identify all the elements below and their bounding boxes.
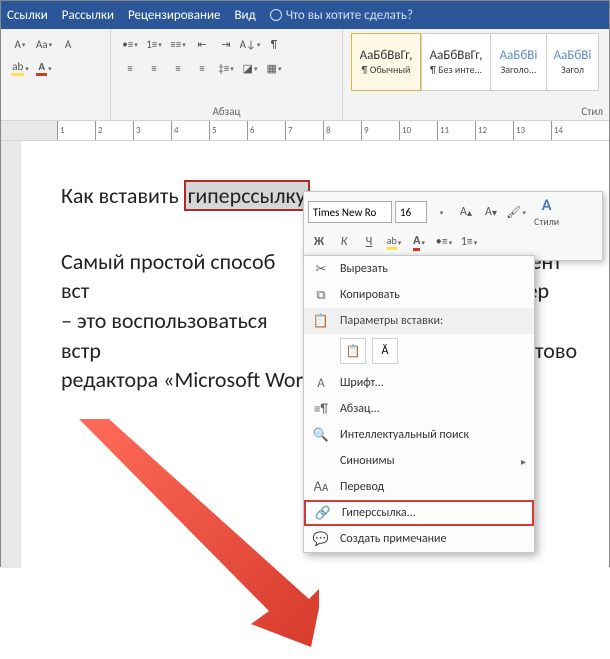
indent-inc-button[interactable]: ⇥ (215, 33, 237, 55)
tab-mailings[interactable]: Рассылки (62, 8, 114, 23)
ctx-paragraph[interactable]: ≡¶ Абзац... (304, 396, 534, 422)
paragraph-icon: ≡¶ (312, 402, 330, 417)
paste-options: 📋 Ă (304, 334, 534, 370)
ribbon-tabs: Ссылки Рассылки Рецензирование Вид Что в… (1, 1, 609, 29)
bullets-mini-button[interactable]: •≡ (433, 231, 455, 253)
context-menu: ✂ Вырезать ⧉ Копировать 📋 Параметры вста… (303, 255, 535, 553)
horizontal-ruler[interactable]: 1234567891011121314 (1, 121, 609, 141)
lightbulb-icon (270, 9, 282, 21)
font-color-button[interactable]: A (33, 57, 55, 79)
document-area: Как вставить гиперссылку Самый простой с… (1, 141, 609, 568)
shading-button[interactable]: ◪ (239, 57, 261, 79)
link-icon: 🔗 (314, 506, 332, 521)
paste-text-only[interactable]: Ă (372, 338, 398, 364)
ctx-hyperlink[interactable]: 🔗 Гиперссылка... (304, 500, 534, 526)
numbering-mini-button[interactable]: 1≡ (458, 231, 480, 253)
ctx-comment[interactable]: 💬 Создать примечание (304, 526, 534, 552)
tell-me-search[interactable]: Что вы хотите сделать? (270, 8, 413, 23)
indent-dec-button[interactable]: ⇤ (191, 33, 213, 55)
ctx-font[interactable]: A Шрифт... (304, 370, 534, 396)
numbering-button[interactable]: 1≡ (143, 33, 165, 55)
tab-references[interactable]: Ссылки (7, 8, 48, 23)
text-effects-button[interactable]: A (9, 33, 31, 55)
sort-button[interactable]: A↓ (239, 33, 261, 55)
tab-view[interactable]: Вид (234, 8, 255, 23)
style-heading2[interactable]: АаБбВі Загол (547, 33, 599, 91)
bold-button[interactable]: Ж (308, 231, 330, 253)
font-group: A Aa A ab A (1, 29, 111, 120)
underline-button[interactable]: Ч (358, 231, 380, 253)
ctx-smart-lookup[interactable]: 🔍 Интеллектуальный поиск (304, 422, 534, 448)
format-painter-button[interactable]: 🖌 (505, 201, 527, 223)
align-center-button[interactable]: ≡ (143, 57, 165, 79)
tab-review[interactable]: Рецензирование (128, 8, 220, 23)
copy-icon: ⧉ (312, 288, 330, 303)
italic-button[interactable]: К (333, 231, 355, 253)
styles-label: Стил (343, 105, 609, 118)
ctx-synonyms[interactable]: Синонимы (304, 448, 534, 474)
font-icon: A (312, 376, 330, 391)
ctx-cut[interactable]: ✂ Вырезать (304, 256, 534, 282)
shrink-font-button[interactable]: A▾ (480, 201, 502, 223)
highlight-button[interactable]: ab (9, 57, 31, 79)
comment-icon: 💬 (312, 532, 330, 547)
mini-font-size[interactable] (395, 201, 427, 223)
mini-toolbar: A▴ A▾ 🖌 A Стили Ж К Ч ab A •≡ 1≡ (303, 191, 603, 261)
translate-icon: 🗛 (312, 480, 330, 495)
ctx-copy[interactable]: ⧉ Копировать (304, 282, 534, 308)
paragraph-group: •≡ 1≡ ≡≡ ⇤ ⇥ A↓ ¶ ≡ ≡ ≡ ≡ ‡≡ ◪ ▦ Абзац (111, 29, 343, 120)
style-normal[interactable]: АаБбВвГг, ¶ Обычный (351, 33, 421, 91)
align-right-button[interactable]: ≡ (167, 57, 189, 79)
ribbon: A Aa A ab A •≡ 1≡ ≡≡ ⇤ ⇥ A↓ ¶ ≡ ≡ ≡ ≡ ‡≡… (1, 29, 609, 121)
scissors-icon: ✂ (312, 262, 330, 277)
chevron-down-icon (430, 201, 452, 223)
align-justify-button[interactable]: ≡ (191, 57, 213, 79)
font-color-mini-button[interactable]: A (408, 231, 430, 253)
styles-icon: A (542, 196, 552, 215)
bullets-button[interactable]: •≡ (119, 33, 141, 55)
multilevel-button[interactable]: ≡≡ (167, 33, 189, 55)
align-left-button[interactable]: ≡ (119, 57, 141, 79)
grow-font-button[interactable]: A▴ (455, 201, 477, 223)
search-icon: 🔍 (312, 428, 330, 443)
borders-button[interactable]: ▦ (263, 57, 285, 79)
highlight-mini-button[interactable]: ab (383, 231, 405, 253)
mini-styles-button[interactable]: A Стили (530, 196, 563, 228)
clear-format-button[interactable]: A (57, 33, 79, 55)
paragraph-label: Абзац (111, 105, 342, 118)
style-nospacing[interactable]: АаБбВвГг, ¶ Без инте... (421, 33, 491, 91)
tell-me-placeholder: Что вы хотите сделать? (286, 8, 413, 23)
ctx-paste-header: 📋 Параметры вставки: (304, 308, 534, 334)
styles-group: АаБбВвГг, ¶ Обычный АаБбВвГг, ¶ Без инте… (343, 29, 609, 120)
show-marks-button[interactable]: ¶ (263, 33, 285, 55)
paste-keep-formatting[interactable]: 📋 (340, 338, 366, 364)
style-heading1[interactable]: АаБбВі Заголо... (491, 33, 547, 91)
clipboard-icon: 📋 (312, 314, 330, 329)
mini-font-name[interactable] (308, 201, 392, 223)
line-spacing-button[interactable]: ‡≡ (215, 57, 237, 79)
ctx-translate[interactable]: 🗛 Перевод (304, 474, 534, 500)
change-case-button[interactable]: Aa (33, 33, 55, 55)
selected-text[interactable]: гиперссылку (184, 180, 310, 211)
